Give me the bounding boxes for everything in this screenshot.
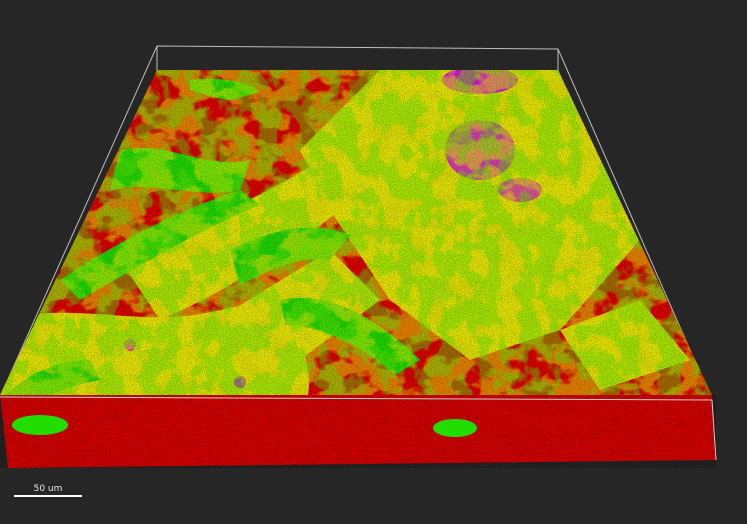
volume-top-surface [0, 70, 712, 395]
scale-bar-label: 50 um [33, 484, 63, 494]
volume-front-face [0, 395, 716, 468]
scale-bar: 50 um [14, 484, 82, 497]
3d-volume-viewer[interactable]: 50 um [0, 0, 747, 524]
biofilm-3d-render[interactable] [0, 0, 747, 524]
scale-bar-line [14, 495, 82, 497]
